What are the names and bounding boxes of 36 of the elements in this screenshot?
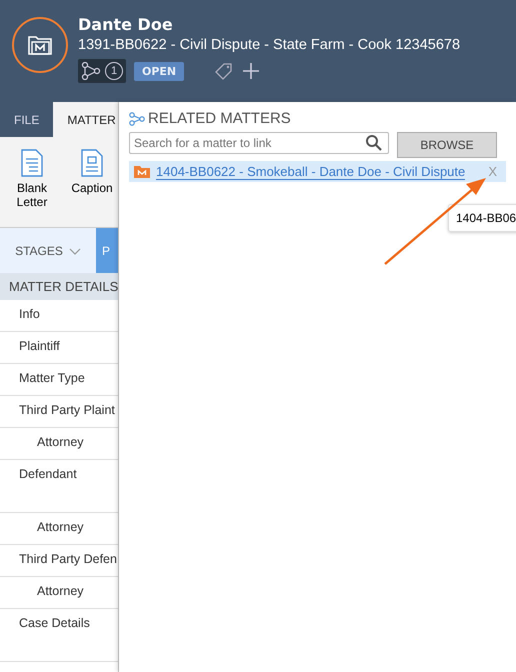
- ribbon-button[interactable]: Caption: [66, 149, 118, 227]
- stage-tab[interactable]: STAGES: [0, 228, 96, 273]
- link-nodes-icon: [81, 62, 101, 80]
- related-matters-button[interactable]: 1: [78, 59, 126, 83]
- detail-subitem[interactable]: Attorney: [0, 428, 118, 460]
- document-icon: [81, 149, 103, 177]
- matter-subtitle: 1391-BB0622 - Civil Dispute - State Farm - Cook 12345678: [78, 37, 460, 53]
- detail-item[interactable]: Matter Type: [0, 364, 118, 396]
- search-icon[interactable]: [365, 134, 383, 152]
- document-icon: [21, 149, 43, 177]
- plus-icon[interactable]: [242, 62, 260, 80]
- panel-title: RELATED MATTERS: [148, 110, 291, 127]
- tooltip: 1404-BB06: [448, 204, 516, 232]
- detail-subitem[interactable]: Attorney: [0, 577, 118, 609]
- matter-link[interactable]: 1404-BB0622 - Smokeball - Dante Doe - Civil Dispute: [156, 164, 466, 180]
- detail-item[interactable]: Third Party Plaint: [0, 396, 118, 428]
- detail-item[interactable]: Case Details: [0, 609, 118, 662]
- detail-item[interactable]: Plaintiff: [0, 332, 118, 364]
- detail-item[interactable]: Third Party Defen: [0, 545, 118, 577]
- ribbon-button[interactable]: Blank Letter: [6, 149, 58, 227]
- detail-subitem[interactable]: Attorney: [0, 513, 118, 545]
- link-nodes-icon: [129, 112, 145, 126]
- detail-item[interactable]: Info: [0, 300, 118, 332]
- tag-icon[interactable]: [214, 62, 234, 80]
- search-field[interactable]: Search for a matter to link: [129, 132, 389, 154]
- matter-folder-icon: [134, 165, 150, 178]
- matter-folder-icon: [12, 17, 68, 73]
- related-matter-row[interactable]: 1404-BB0622 - Smokeball - Dante Doe - Civil Dispute X: [129, 161, 506, 182]
- browse-button[interactable]: BROWSE: [397, 132, 497, 158]
- ribbon-tab[interactable]: FILE: [0, 102, 54, 137]
- detail-item[interactable]: Defendant: [0, 460, 118, 513]
- ribbon-tab[interactable]: MATTER: [53, 102, 118, 137]
- status-badge: OPEN: [134, 62, 184, 80]
- matter-name: Dante Doe: [78, 15, 174, 34]
- chevron-down-icon: [68, 248, 81, 255]
- section-header: MATTER DETAILS: [0, 273, 118, 300]
